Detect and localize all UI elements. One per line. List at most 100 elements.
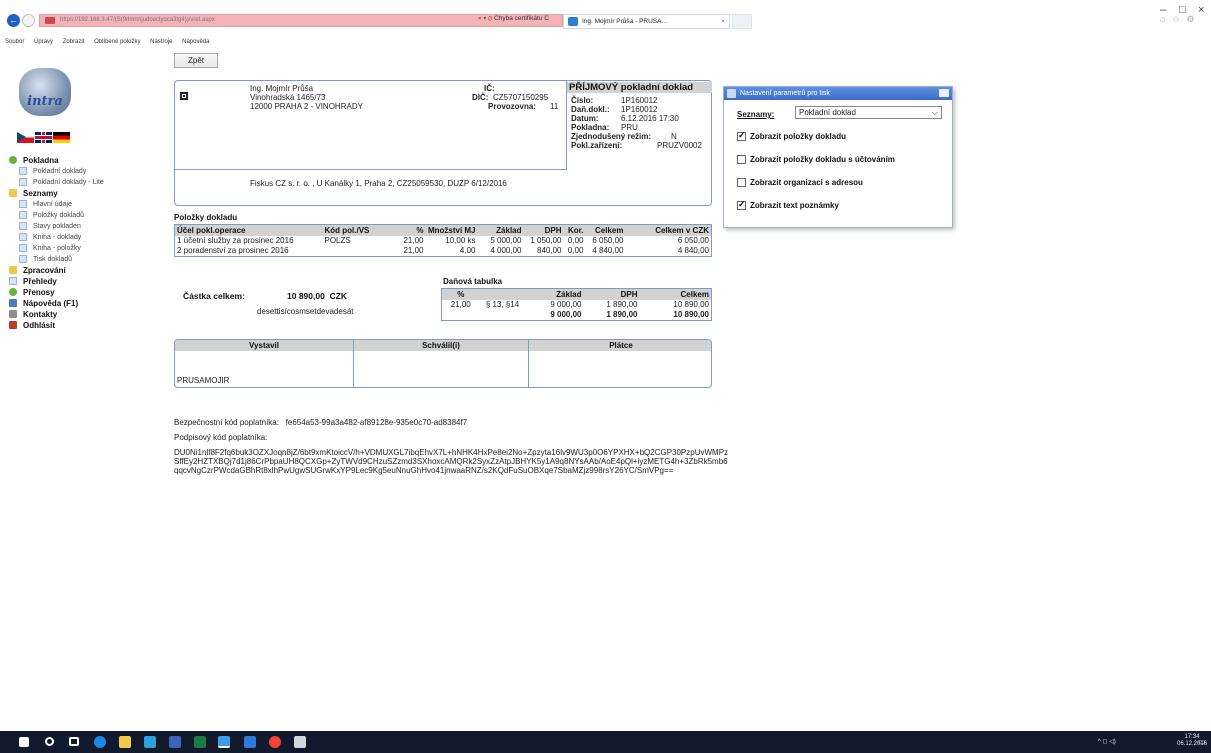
header-vertical-divider	[566, 81, 567, 169]
menu-oblibene[interactable]: Oblíbené položky	[94, 39, 140, 45]
windows-start-icon[interactable]	[19, 737, 29, 747]
sidebar-item-tisk-dokladu[interactable]: Tisk dokladů	[9, 254, 169, 265]
sidebar-item-polozky-dokladu[interactable]: Položky dokladů	[9, 210, 169, 221]
language-flags	[17, 132, 71, 143]
option-zobrazit-polozky[interactable]: Zobrazit položky dokladu	[737, 130, 846, 142]
sidebar-item-label: Pokladna	[23, 156, 59, 165]
sidebar-item-zpracovani[interactable]: Zpracování	[9, 265, 169, 276]
print-panel-title: Nastavení parametrů pro tisk	[740, 90, 830, 97]
col-header: DPH	[583, 288, 640, 300]
sidebar-item-label: Položky dokladů	[33, 212, 84, 219]
seznamy-selected-value: Pokladní doklad	[799, 108, 856, 117]
table-cell: 10,00 ks	[445, 236, 476, 245]
col-header: Kor.	[563, 224, 586, 236]
calculator-icon[interactable]	[294, 736, 306, 748]
sidebar-item-pokladni-doklady[interactable]: Pokladní doklady	[9, 166, 169, 177]
option-label: Zobrazit organizaci s adresou	[750, 178, 863, 187]
option-zobrazit-poznamky[interactable]: Zobrazit text poznámky	[737, 199, 839, 211]
sidebar-item-napoveda[interactable]: Nápověda (F1)	[9, 298, 169, 309]
english-flag-icon[interactable]	[35, 132, 52, 143]
german-flag-icon[interactable]	[53, 132, 70, 143]
pkp-label: Podpisový kód poplatníka:	[174, 433, 268, 442]
task-view-icon[interactable]	[69, 737, 79, 746]
outlook-icon[interactable]	[169, 736, 181, 748]
refresh-icon[interactable]: C	[544, 15, 549, 22]
browser-toolbar-icons[interactable]: ⌂ ☆ ⚙	[1160, 14, 1197, 25]
signature-header: Vystavil	[175, 340, 353, 351]
sidebar-item-pokladni-doklady-lite[interactable]: Pokladní doklady - Lite	[9, 177, 169, 188]
page-icon	[19, 178, 27, 186]
logout-icon	[9, 321, 17, 329]
items-title: Položky dokladu	[174, 213, 238, 222]
system-tray-icons[interactable]: ^ ◻ ◁)	[1098, 738, 1116, 745]
table-cell: 4 840,00	[677, 246, 709, 255]
edge-icon[interactable]	[94, 736, 106, 748]
doc-zjednoduseny: Zjednodušený režim: N	[571, 132, 677, 141]
table-cell: 10 890,00	[673, 300, 709, 309]
lock-icon	[45, 17, 55, 24]
tab-close-icon[interactable]: ×	[721, 15, 725, 28]
checkbox-unchecked[interactable]	[737, 155, 746, 164]
print-settings-panel: Nastavení parametrů pro tisk Seznamy: Po…	[723, 86, 953, 228]
table-row: 21,00 § 13, §14 9 000,00 1 890,00 10 890…	[442, 300, 712, 310]
col-header: %	[441, 288, 480, 300]
sidebar-item-label: Kniha - doklady	[33, 234, 82, 241]
sidebar-item-pokladna[interactable]: Pokladna	[9, 155, 169, 166]
excel-icon[interactable]	[194, 736, 206, 748]
datum-value: 6.12.2016 17:30	[621, 114, 679, 123]
menu-soubor[interactable]: Soubor	[5, 39, 24, 45]
sidebar-item-kniha-polozky[interactable]: Kniha - položky	[9, 243, 169, 254]
new-tab-button[interactable]	[732, 14, 752, 29]
document-title: PŘÍJMOVÝ pokladní doklad	[567, 82, 712, 93]
checkbox-unchecked[interactable]	[737, 178, 746, 187]
sidebar-item-odhlasit[interactable]: Odhlásit	[9, 320, 169, 331]
panel-minimize-icon[interactable]	[939, 89, 949, 97]
sidebar-item-kniha-doklady[interactable]: Kniha - doklady	[9, 232, 169, 243]
checkbox-checked[interactable]	[737, 199, 746, 210]
table-cell: 6 050,00	[677, 236, 709, 245]
table-cell: 21,00	[403, 236, 424, 245]
browser-forward-button[interactable]	[22, 14, 35, 27]
pokl-zarizeni-value: PRUZV0002	[657, 141, 702, 150]
search-icon[interactable]	[45, 737, 54, 746]
pokladna-value: PRU	[621, 123, 638, 132]
checkbox-checked[interactable]	[737, 130, 746, 141]
sidebar-item-hlavni-udaje[interactable]: Hlavní údaje	[9, 199, 169, 210]
browser-back-button[interactable]: ←	[7, 14, 20, 27]
remote-desktop-icon[interactable]	[244, 736, 256, 748]
company-city: 12000 PRAHA 2 - VINOHRADY	[250, 102, 363, 111]
bkp-line: Bezpečnostní kód poplatníka: fe654a53-99…	[174, 418, 467, 427]
menu-upravy[interactable]: Úpravy	[34, 39, 53, 45]
items-table: Účel pokl.operace Kód pol./VS % Množství…	[174, 224, 712, 257]
czech-flag-icon[interactable]	[17, 132, 34, 143]
option-zobrazit-organizaci[interactable]: Zobrazit organizaci s adresou	[737, 178, 863, 188]
close-window-button[interactable]: ×	[1198, 4, 1204, 16]
chrome-icon[interactable]	[269, 736, 281, 748]
option-zobrazit-polozky-uctovani[interactable]: Zobrazit položky dokladu s účtováním	[737, 155, 895, 165]
sidebar-item-stavy-pokladen[interactable]: Stavy pokladen	[9, 221, 169, 232]
tab-favicon-icon	[568, 17, 578, 26]
col-header: Základ	[477, 224, 524, 236]
menu-zobrazit[interactable]: Zobrazit	[63, 39, 85, 45]
network-app-icon[interactable]	[144, 736, 156, 748]
sidebar-item-prehledy[interactable]: Přehledy	[9, 276, 169, 287]
dic-value: CZ5707150295	[493, 93, 549, 102]
browser-tab[interactable]: Ing. Mojmír Průša - PRUSA... ×	[563, 14, 730, 29]
internet-explorer-icon[interactable]	[218, 736, 230, 748]
search-icon: ⌕ ▾	[478, 15, 487, 22]
menu-napoveda[interactable]: Nápověda	[182, 39, 209, 45]
ic-label: IČ:	[484, 84, 495, 93]
bkp-label: Bezpečnostní kód poplatníka:	[174, 418, 279, 427]
table-cell: 6 050,00	[592, 236, 624, 245]
back-button[interactable]: Zpět	[174, 53, 218, 68]
sidebar-item-seznamy[interactable]: Seznamy	[9, 188, 169, 199]
menu-nastroje[interactable]: Nástroje	[150, 39, 172, 45]
certificate-area[interactable]: ⌕ ▾ ⊘ Chyba certifikátu C	[478, 15, 549, 23]
sidebar-item-prenosy[interactable]: Přenosy	[9, 287, 169, 298]
sidebar-item-kontakty[interactable]: Kontakty	[9, 309, 169, 320]
table-cell: 9 000,00	[550, 300, 582, 309]
file-explorer-icon[interactable]	[119, 736, 131, 748]
notification-icon[interactable]: ▭	[1198, 737, 1206, 746]
seznamy-select[interactable]: Pokladní doklad ⌵	[795, 106, 942, 119]
total-value: 10 890,00 CZK	[287, 291, 347, 301]
